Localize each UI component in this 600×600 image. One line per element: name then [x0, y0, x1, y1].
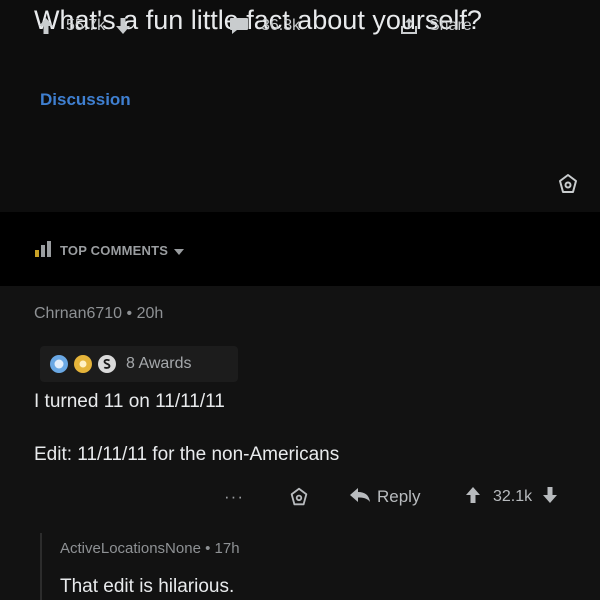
- comment-body-line: Edit: 11/11/11 for the non-Americans: [34, 444, 340, 465]
- reply-button[interactable]: Reply: [349, 485, 420, 509]
- award-icon[interactable]: [556, 172, 580, 201]
- awards-count: 8 Awards: [126, 355, 192, 372]
- comment-body-line: I turned 11 on 11/11/11: [34, 391, 225, 412]
- share-icon: [399, 16, 419, 36]
- reply-author[interactable]: ActiveLocationsNone • 17h: [60, 540, 240, 557]
- comment-vote-group: 32.1k: [465, 485, 558, 509]
- comments-button[interactable]: 36.3k: [229, 14, 300, 38]
- post-action-bar: [0, 160, 600, 212]
- award-icon: [50, 355, 68, 373]
- reply-body: That edit is hilarious.: [60, 576, 235, 597]
- flair-badge[interactable]: Discussion: [40, 90, 131, 110]
- comment-count: 36.3k: [261, 17, 301, 34]
- share-button[interactable]: Share: [399, 14, 472, 38]
- chevron-down-icon: [174, 243, 185, 258]
- thread-line[interactable]: [40, 533, 42, 600]
- more-options-icon[interactable]: ···: [224, 485, 244, 509]
- sort-dropdown[interactable]: TOP COMMENTS: [34, 240, 185, 261]
- comment-author[interactable]: Chrnan6710 • 20h: [34, 305, 163, 323]
- award-icon: [74, 355, 92, 373]
- arrow-down-icon[interactable]: [542, 486, 558, 509]
- awards-badge[interactable]: 8 Awards: [40, 346, 238, 382]
- comment-vote-count: 32.1k: [493, 488, 533, 505]
- post-upvote-count: 55.7k: [66, 17, 106, 34]
- sort-label: TOP COMMENTS: [60, 243, 169, 258]
- award-icon[interactable]: [288, 485, 310, 509]
- reply-arrow-icon: [349, 487, 371, 508]
- share-label: Share: [429, 17, 472, 34]
- speech-bubble-icon: [229, 17, 249, 35]
- award-icon: [98, 355, 116, 373]
- bar-chart-icon: [34, 240, 52, 261]
- reply-label: Reply: [377, 487, 421, 506]
- arrow-down-icon[interactable]: [115, 17, 131, 35]
- arrow-up-icon[interactable]: [38, 17, 54, 35]
- arrow-up-icon[interactable]: [465, 486, 481, 509]
- post-vote-group: 55.7k: [38, 14, 131, 38]
